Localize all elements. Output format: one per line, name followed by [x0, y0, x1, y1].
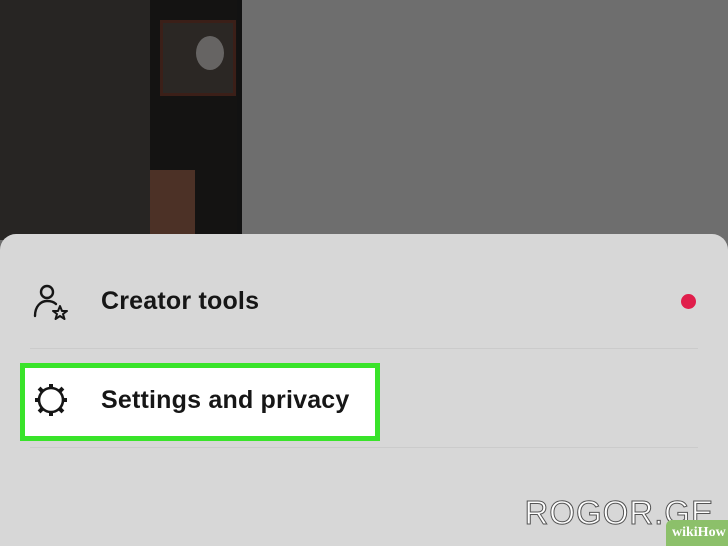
video-edge: [237, 0, 242, 240]
video-background: [0, 0, 150, 240]
menu-divider: [30, 348, 698, 349]
gear-icon: [32, 381, 70, 419]
video-object: [150, 170, 195, 240]
notification-dot: [681, 293, 696, 309]
menu-item-label: Settings and privacy: [101, 385, 350, 414]
screen: Creator tools Settings and privacy ROGOR…: [0, 0, 728, 546]
menu-item-creator-tools[interactable]: Creator tools: [0, 252, 728, 350]
menu-item-settings-and-privacy[interactable]: Settings and privacy: [0, 351, 728, 449]
menu-divider: [30, 447, 698, 448]
wikihow-badge: wikiHow: [666, 520, 728, 546]
person-star-icon: [32, 282, 70, 320]
video-preview[interactable]: [0, 0, 242, 240]
video-light-spot: [196, 36, 224, 70]
menu-item-label: Creator tools: [101, 286, 260, 315]
